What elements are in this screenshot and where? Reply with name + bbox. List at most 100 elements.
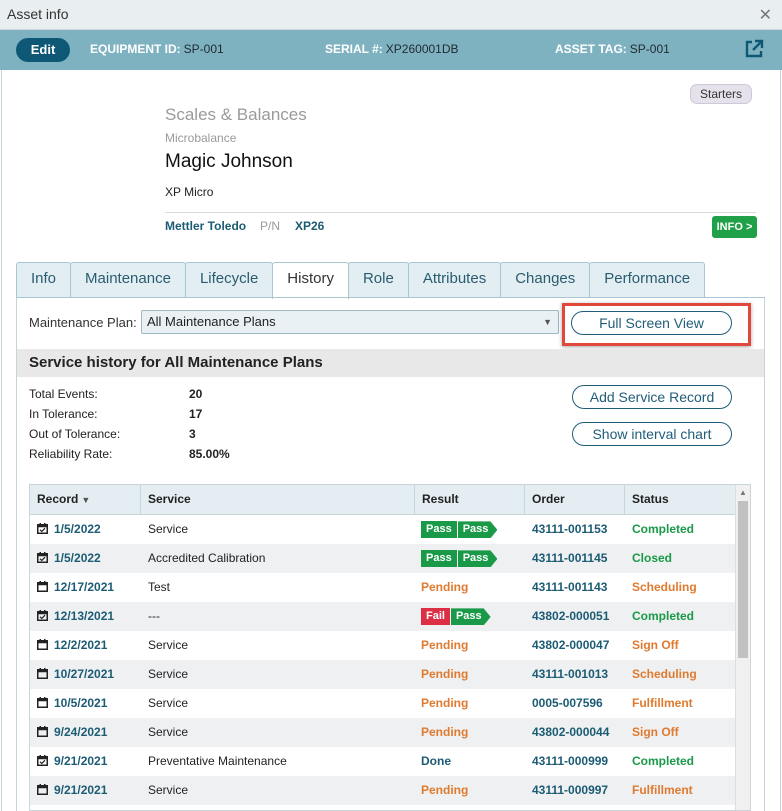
tab-maintenance[interactable]: Maintenance <box>70 262 186 298</box>
record-date: 9/24/2021 <box>54 725 108 739</box>
info-button[interactable]: INFO > <box>712 216 757 238</box>
order-link[interactable]: 0005-007596 <box>532 689 603 718</box>
tab-role[interactable]: Role <box>347 262 409 298</box>
record-date-link[interactable]: 12/2/2021 <box>37 631 107 660</box>
record-date: 10/27/2021 <box>54 667 115 681</box>
tab-performance[interactable]: Performance <box>589 262 706 298</box>
record-date-link[interactable]: 9/21/2021 <box>37 747 107 776</box>
asset-tag-badge: Starters <box>690 84 753 104</box>
close-icon[interactable]: ✕ <box>759 5 772 25</box>
record-date: 9/21/2021 <box>54 783 108 797</box>
tab-lifecycle[interactable]: Lifecycle <box>184 262 274 298</box>
order-link[interactable]: 43111-000999 <box>532 747 608 776</box>
status-cell: Sign Off <box>632 638 679 652</box>
calendar-icon <box>37 581 48 592</box>
calendar-check-icon <box>37 755 48 766</box>
sort-down-icon: ▼ <box>81 495 91 505</box>
order-link[interactable]: 43111-001153 <box>532 515 607 544</box>
table-row[interactable]: 12/13/2021 --- Fail Pass 43802-000051 Complet… <box>30 602 736 631</box>
equipment-id-field: EQUIPMENT ID: SP-001 <box>90 42 224 56</box>
column-header-record[interactable]: Record ▼ <box>30 485 141 515</box>
service-cell: Test <box>148 580 171 594</box>
add-service-record-button[interactable]: Add Service Record <box>572 385 732 409</box>
tab-history[interactable]: History <box>272 262 349 299</box>
out-of-tolerance-label: Out of Tolerance: <box>29 427 121 441</box>
column-header-status[interactable]: Status <box>625 485 736 515</box>
table-row[interactable]: 9/21/2021 Service Pending 43111-000997 Fulfi… <box>30 776 736 805</box>
part-number-link[interactable]: XP26 <box>295 219 324 233</box>
service-cell: Service <box>148 638 189 652</box>
result-cell: Pass Pass <box>421 544 497 573</box>
order-link[interactable]: 43111-000997 <box>532 776 608 805</box>
show-interval-chart-button[interactable]: Show interval chart <box>572 422 732 446</box>
tab-bar: Info Maintenance Lifecycle History Role Attri… <box>16 262 706 299</box>
asset-subcategory: Microbalance <box>165 131 237 145</box>
window-title: Asset info <box>7 6 69 22</box>
full-screen-view-button[interactable]: Full Screen View <box>571 311 732 335</box>
record-date-link[interactable]: 1/5/2022 <box>37 544 101 573</box>
tab-attributes[interactable]: Attributes <box>407 262 502 298</box>
result-cell: Pending <box>421 718 468 747</box>
result-cell: Pending <box>421 660 468 689</box>
table-row[interactable]: 10/5/2021 Service Pending 0005-007596 Fulfil… <box>30 689 736 718</box>
record-date: 10/5/2021 <box>54 696 108 710</box>
reliability-rate-label: Reliability Rate: <box>29 447 113 461</box>
status-cell: Completed <box>632 609 695 623</box>
calendar-icon <box>37 639 48 650</box>
status-cell: Scheduling <box>632 580 697 594</box>
out-of-tolerance-value: 3 <box>189 427 196 441</box>
table-row[interactable]: 9/24/2021 Service Pending 43802-000044 Sign … <box>30 718 736 747</box>
result-text: Pending <box>421 725 469 739</box>
record-date-link[interactable]: 12/13/2021 <box>37 602 114 631</box>
table-row[interactable]: 1/5/2022 Service Pass Pass 43111-001153 Compl… <box>30 515 736 544</box>
equipment-id-value: SP-001 <box>183 42 224 56</box>
status-cell: Fulfillment <box>632 783 693 797</box>
service-cell: Service <box>148 783 189 797</box>
table-row[interactable]: 9/21/2021 Preventative Maintenance Done 431… <box>30 747 736 776</box>
order-link[interactable]: 43111-001143 <box>532 573 607 602</box>
order-link[interactable]: 43111-001013 <box>532 660 608 689</box>
record-date: 12/13/2021 <box>54 609 115 623</box>
status-cell: Fulfillment <box>632 696 693 710</box>
table-row[interactable]: 10/27/2021 Service Pending 43111-001013 Sche… <box>30 660 736 689</box>
edit-button[interactable]: Edit <box>16 38 70 62</box>
result-cell: Pending <box>421 573 468 602</box>
result-fail-badge: Fail <box>421 608 450 626</box>
order-link[interactable]: 43802-000047 <box>532 631 609 660</box>
service-cell: Service <box>148 522 189 536</box>
order-link[interactable]: 43802-000044 <box>532 718 609 747</box>
table-row[interactable]: 1/5/2022 Accredited Calibration Pass Pass 43… <box>30 544 736 573</box>
in-tolerance-label: In Tolerance: <box>29 407 98 421</box>
scrollbar-thumb[interactable] <box>738 501 748 658</box>
order-link[interactable]: 43802-000051 <box>532 602 609 631</box>
tab-info[interactable]: Info <box>16 262 72 298</box>
serial-label: SERIAL #: <box>325 42 383 56</box>
record-date: 12/17/2021 <box>54 580 115 594</box>
service-cell: Accredited Calibration <box>148 551 266 565</box>
scroll-up-icon[interactable]: ▲ <box>739 488 747 497</box>
result-cell: Pass Pass <box>421 515 497 544</box>
vertical-scrollbar[interactable]: ▲ <box>735 485 750 810</box>
order-link[interactable]: 43111-001145 <box>532 544 607 573</box>
column-header-order[interactable]: Order <box>525 485 625 515</box>
calendar-icon <box>37 726 48 737</box>
external-link-icon[interactable] <box>744 39 764 59</box>
record-date-link[interactable]: 1/5/2022 <box>37 515 101 544</box>
maintenance-plan-select[interactable]: All Maintenance Plans ▼ <box>141 310 559 334</box>
status-cell: Closed <box>632 551 673 565</box>
service-cell: Service <box>148 725 189 739</box>
record-date-link[interactable]: 9/21/2021 <box>37 776 107 805</box>
section-header: Service history for All Maintenance Plan… <box>17 349 764 377</box>
status-cell: Sign Off <box>632 725 679 739</box>
table-row[interactable]: 12/17/2021 Test Pending 43111-001143 Schedul… <box>30 573 736 602</box>
record-date-link[interactable]: 12/17/2021 <box>37 573 114 602</box>
record-date-link[interactable]: 10/27/2021 <box>37 660 114 689</box>
manufacturer-link[interactable]: Mettler Toledo <box>165 219 246 233</box>
column-header-result[interactable]: Result <box>415 485 525 515</box>
status-cell: Completed <box>632 754 695 768</box>
record-date-link[interactable]: 10/5/2021 <box>37 689 107 718</box>
column-header-service[interactable]: Service <box>141 485 415 515</box>
tab-changes[interactable]: Changes <box>500 262 591 298</box>
table-row[interactable]: 12/2/2021 Service Pending 43802-000047 Sign … <box>30 631 736 660</box>
record-date-link[interactable]: 9/24/2021 <box>37 718 107 747</box>
